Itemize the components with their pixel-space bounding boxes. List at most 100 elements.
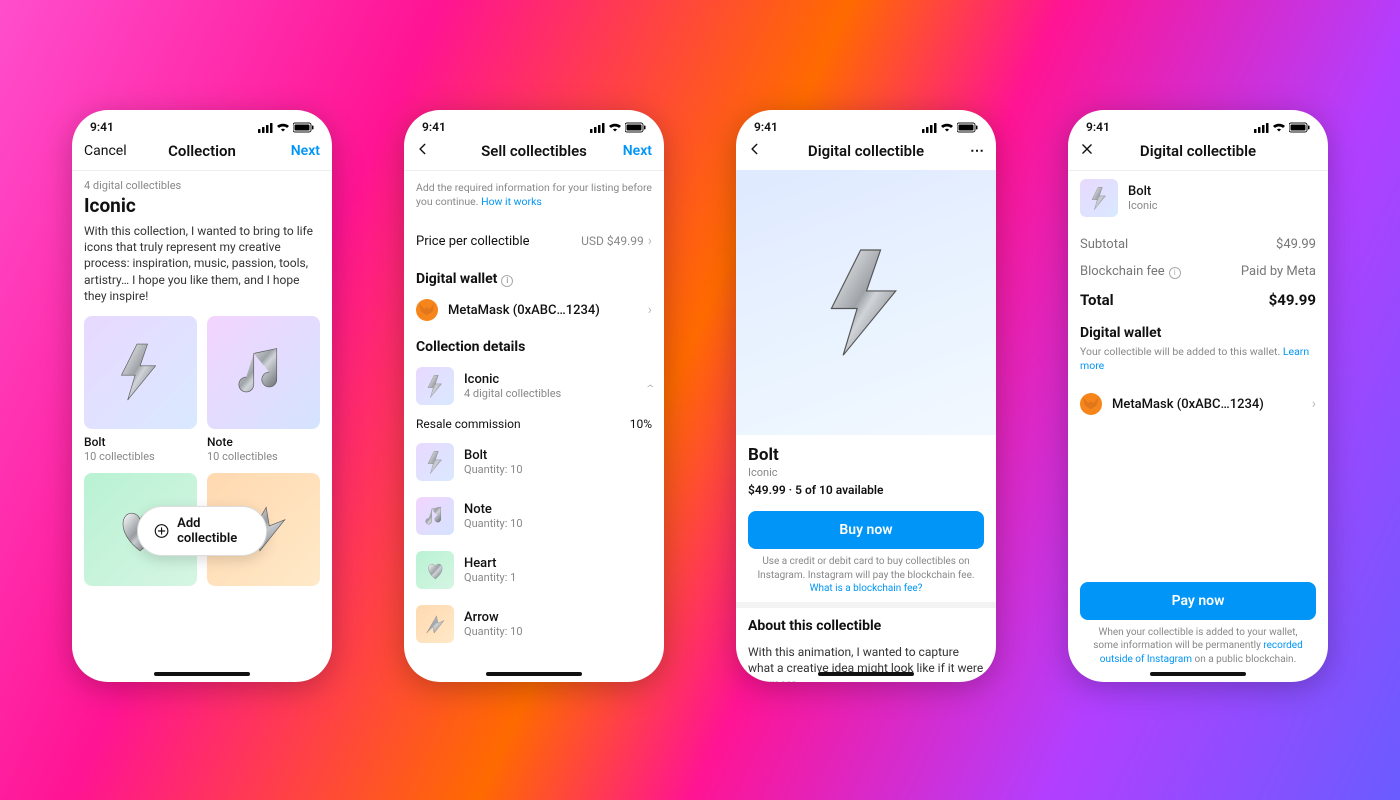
total-value: $49.99 — [1269, 291, 1316, 309]
list-item[interactable]: HeartQuantity: 1 — [404, 543, 664, 597]
item-name: Arrow — [464, 610, 523, 625]
collection-name: Iconic — [464, 372, 638, 387]
collectible-sub: 10 collectibles — [84, 450, 197, 463]
status-indicators — [922, 122, 978, 133]
next-button[interactable]: Next — [596, 143, 652, 159]
home-indicator — [818, 672, 914, 676]
wifi-icon — [276, 122, 290, 133]
item-name: Note — [464, 502, 523, 517]
wallet-row[interactable]: MetaMask (0xABC…1234) › — [1068, 385, 1328, 423]
fab-label: Add collectible — [177, 516, 250, 546]
collection-description: With this collection, I wanted to bring … — [84, 223, 320, 304]
plus-circle-icon — [154, 522, 169, 540]
wifi-icon — [940, 122, 954, 133]
nav-title: Collection — [140, 142, 264, 160]
wifi-icon — [608, 122, 622, 133]
subtotal-value: $49.99 — [1276, 237, 1316, 252]
resale-commission-row: Resale commission 10% — [404, 413, 664, 435]
home-indicator — [154, 672, 250, 676]
status-indicators — [590, 122, 646, 133]
screen-checkout: 9:41 Digital collectible Bolt Iconic Sub… — [1068, 110, 1328, 682]
payment-note: Use a credit or debit card to buy collec… — [736, 549, 996, 602]
screen-collection-editor: 9:41 Cancel Collection Next 4 digital co… — [72, 110, 332, 682]
collectible-name: Note — [207, 435, 320, 449]
wallet-row[interactable]: MetaMask (0xABC…1234) › — [404, 291, 664, 329]
list-item[interactable]: BoltQuantity: 10 — [404, 435, 664, 489]
item-sub: Quantity: 10 — [464, 517, 523, 530]
item-sub: Quantity: 1 — [464, 571, 516, 584]
list-item[interactable]: NoteQuantity: 10 — [404, 489, 664, 543]
chevron-right-icon: › — [1312, 396, 1316, 412]
resale-label: Resale commission — [416, 417, 521, 431]
about-header: About this collectible — [736, 608, 996, 638]
more-link[interactable]: …more — [761, 677, 797, 682]
battery-icon — [1289, 122, 1310, 133]
price-availability: $49.99 · 5 of 10 available — [748, 483, 984, 497]
item-collection: Iconic — [748, 466, 984, 479]
collection-thumb — [416, 367, 454, 405]
about-text: With this animation, I wanted to capture… — [736, 644, 996, 682]
back-button[interactable] — [416, 142, 472, 160]
info-icon[interactable]: i — [1169, 267, 1181, 279]
wallet-note: Your collectible will be added to this w… — [1068, 345, 1328, 385]
price-row[interactable]: Price per collectible USD $49.99 › — [404, 221, 664, 261]
next-button[interactable]: Next — [264, 143, 320, 159]
battery-icon — [293, 122, 314, 133]
chevron-left-icon — [748, 142, 762, 156]
back-button[interactable] — [748, 142, 804, 160]
nav-bar: Sell collectibles Next — [404, 136, 664, 171]
collection-title: Iconic — [84, 194, 320, 217]
add-collectible-button[interactable]: Add collectible — [137, 506, 267, 556]
signal-icon — [1254, 122, 1269, 133]
close-icon — [1080, 142, 1094, 156]
collectible-card-bolt[interactable]: Bolt 10 collectibles — [84, 316, 197, 463]
wallet-header: Digital walleti — [404, 261, 664, 291]
metamask-icon — [1080, 393, 1102, 415]
total-row: Total $49.99 — [1068, 291, 1328, 321]
status-time: 9:41 — [422, 120, 446, 134]
blockchain-fee-link[interactable]: What is a blockchain fee? — [810, 583, 923, 594]
status-time: 9:41 — [754, 120, 778, 134]
bolt-icon — [808, 243, 925, 362]
note-icon — [416, 497, 454, 535]
price-value: USD $49.99 — [581, 234, 644, 248]
collection-details-header: Collection details — [404, 329, 664, 359]
how-it-works-link[interactable]: How it works — [481, 195, 542, 208]
cancel-button[interactable]: Cancel — [84, 143, 140, 159]
collectible-card-note[interactable]: Note 10 collectibles — [207, 316, 320, 463]
item-sub: Quantity: 10 — [464, 463, 523, 476]
resale-value: 10% — [630, 417, 652, 431]
collection-row[interactable]: Iconic 4 digital collectibles › — [404, 359, 664, 413]
status-bar: 9:41 — [736, 110, 996, 136]
nav-bar: Digital collectible ⋯ — [736, 136, 996, 170]
close-button[interactable] — [1080, 142, 1136, 160]
fee-label: Blockchain fee — [1080, 264, 1165, 279]
more-button[interactable]: ⋯ — [928, 143, 984, 159]
note-icon — [207, 316, 320, 429]
item-title: Bolt — [748, 445, 984, 465]
arrow-icon — [416, 605, 454, 643]
nav-title: Digital collectible — [804, 142, 928, 160]
status-bar: 9:41 — [404, 110, 664, 136]
fee-value: Paid by Meta — [1241, 264, 1316, 279]
total-label: Total — [1080, 291, 1114, 309]
bolt-icon — [416, 443, 454, 481]
collectible-count: 4 digital collectibles — [84, 179, 320, 192]
checkout-item-row: Bolt Iconic — [1068, 171, 1328, 225]
home-indicator — [486, 672, 582, 676]
pay-now-button[interactable]: Pay now — [1080, 582, 1316, 620]
price-label: Price per collectible — [416, 234, 530, 249]
nav-bar: Digital collectible — [1068, 136, 1328, 171]
info-icon[interactable]: i — [501, 275, 513, 287]
item-sub: Quantity: 10 — [464, 625, 523, 638]
battery-icon — [957, 122, 978, 133]
item-sub: Iconic — [1128, 199, 1158, 212]
nav-title: Sell collectibles — [472, 142, 596, 160]
nav-title: Digital collectible — [1136, 142, 1260, 160]
buy-now-button[interactable]: Buy now — [748, 511, 984, 549]
list-item[interactable]: ArrowQuantity: 10 — [404, 597, 664, 651]
collection-sub: 4 digital collectibles — [464, 387, 638, 400]
status-time: 9:41 — [90, 120, 114, 134]
chevron-right-icon: › — [648, 233, 652, 249]
intro-text: Add the required information for your li… — [404, 171, 664, 221]
